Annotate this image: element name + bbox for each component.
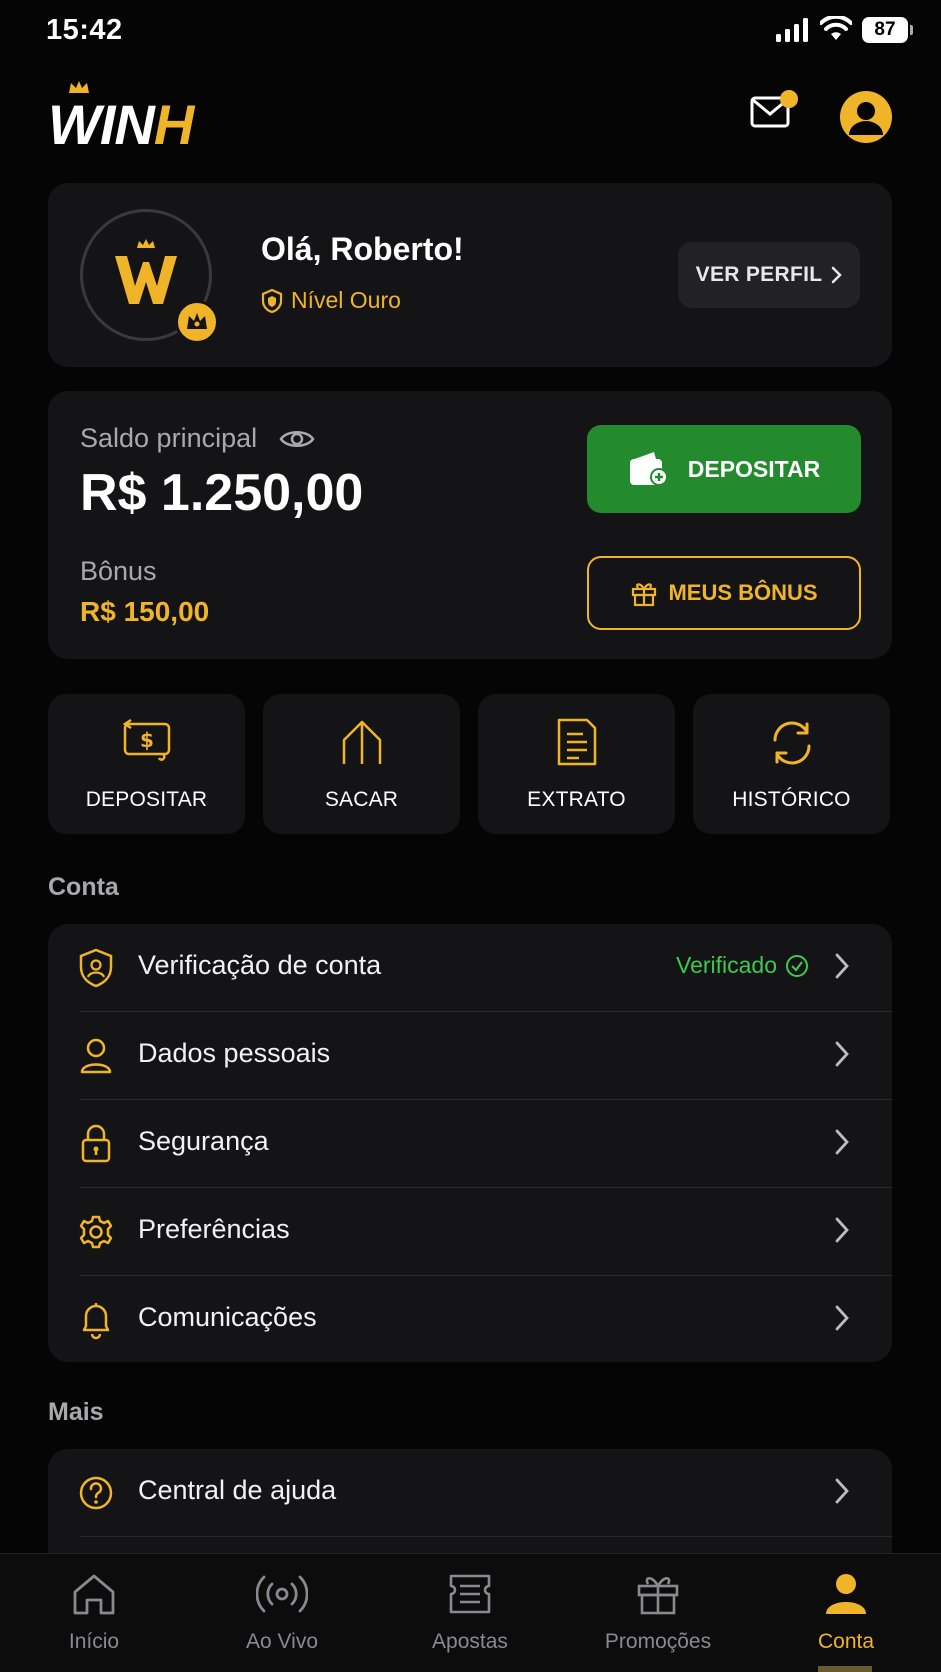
- gift-icon: [564, 1572, 752, 1616]
- battery-indicator: 87: [862, 17, 908, 43]
- live-broadcast-icon: [188, 1572, 376, 1616]
- menu-item-security[interactable]: Segurança: [48, 1100, 892, 1188]
- crown-badge-icon: [175, 300, 219, 344]
- profile-card: Olá, Roberto! Nível Ouro VER PERFIL: [48, 183, 892, 367]
- nav-bets[interactable]: Apostas: [376, 1554, 564, 1672]
- account-icon: [752, 1572, 940, 1616]
- greeting-text: Olá, Roberto!: [261, 231, 464, 267]
- cellular-signal-icon: [776, 18, 810, 42]
- deposit-money-icon: $: [48, 718, 245, 764]
- profile-avatar: [80, 209, 219, 344]
- bonus-value: R$ 150,00: [80, 596, 210, 627]
- nav-label: Conta: [817, 1630, 875, 1653]
- menu-item-account-verification[interactable]: Verificação de conta Verificado: [48, 924, 892, 1012]
- view-profile-button[interactable]: VER PERFIL: [678, 242, 860, 308]
- divider: [80, 1536, 892, 1537]
- home-icon: [0, 1572, 188, 1616]
- bonus-label: Bônus: [80, 556, 157, 586]
- view-profile-label: VER PERFIL: [695, 263, 823, 286]
- chevron-right-icon: [834, 1128, 850, 1156]
- svg-text:$: $: [140, 728, 154, 752]
- menu-item-label: Dados pessoais: [138, 1038, 331, 1068]
- shield-user-icon: [78, 948, 114, 988]
- menu-item-label: Segurança: [138, 1126, 269, 1156]
- lock-icon: [78, 1124, 114, 1164]
- menu-item-help-center[interactable]: Central de ajuda: [48, 1449, 892, 1537]
- withdraw-arrow-icon: [263, 718, 460, 766]
- quick-action-label: DEPOSITAR: [85, 788, 208, 811]
- bets-ticket-icon: [376, 1572, 564, 1616]
- menu-item-label: Preferências: [138, 1214, 290, 1244]
- logo-text: WINH: [48, 93, 194, 156]
- wallet-plus-icon: [628, 450, 670, 488]
- quick-action-label: SACAR: [324, 788, 399, 811]
- check-circle-icon: [785, 954, 809, 978]
- nav-label: Início: [68, 1630, 120, 1653]
- quick-action-withdraw[interactable]: SACAR: [263, 694, 460, 834]
- shield-icon: [261, 288, 283, 313]
- bell-icon: [78, 1300, 114, 1340]
- notification-dot: [780, 90, 798, 108]
- more-section-title: Mais: [48, 1398, 104, 1426]
- menu-item-label: Comunicações: [138, 1302, 317, 1332]
- menu-item-label: Verificação de conta: [138, 950, 382, 980]
- quick-action-label: HISTÓRICO: [732, 788, 851, 811]
- mail-icon[interactable]: [750, 90, 798, 128]
- menu-item-label: Central de ajuda: [138, 1475, 337, 1505]
- chevron-right-icon: [834, 1040, 850, 1068]
- home-indicator: [818, 1666, 872, 1672]
- chevron-right-icon: [830, 266, 843, 284]
- verified-status: Verificado: [676, 952, 809, 979]
- balance-card: Saldo principal R$ 1.250,00 Bônus R$ 150…: [48, 391, 892, 659]
- quick-action-label: EXTRATO: [527, 788, 626, 811]
- menu-item-personal-data[interactable]: Dados pessoais: [48, 1012, 892, 1100]
- level-badge: Nível Ouro: [261, 287, 401, 314]
- nav-home[interactable]: Início: [0, 1554, 188, 1672]
- account-menu-card: Verificação de conta Verificado Dados pe…: [48, 924, 892, 1362]
- quick-action-history[interactable]: HISTÓRICO: [693, 694, 890, 834]
- my-bonus-label: MEUS BÔNUS: [668, 580, 818, 605]
- chevron-right-icon: [834, 952, 850, 980]
- statement-document-icon: [478, 718, 675, 766]
- chevron-right-icon: [834, 1477, 850, 1505]
- my-bonus-button[interactable]: MEUS BÔNUS: [587, 556, 861, 630]
- chevron-right-icon: [834, 1216, 850, 1244]
- status-time: 15:42: [46, 14, 123, 46]
- main-balance-label: Saldo principal: [80, 423, 315, 454]
- battery-nub: [910, 25, 913, 35]
- history-refresh-icon: [693, 718, 890, 768]
- account-section-title: Conta: [48, 873, 119, 901]
- status-bar: 15:42 87: [0, 0, 941, 60]
- nav-account[interactable]: Conta: [752, 1554, 940, 1672]
- nav-promotions[interactable]: Promoções: [564, 1554, 752, 1672]
- deposit-button[interactable]: DEPOSITAR: [587, 425, 861, 513]
- help-circle-icon: [78, 1473, 114, 1513]
- menu-item-preferences[interactable]: Preferências: [48, 1188, 892, 1276]
- bottom-navigation: Início Ao Vivo Apostas Promoções Conta: [0, 1553, 941, 1672]
- chevron-right-icon: [834, 1304, 850, 1332]
- nav-label: Promoções: [604, 1630, 712, 1653]
- person-icon: [78, 1036, 114, 1076]
- gear-icon: [78, 1212, 114, 1252]
- level-text: Nível Ouro: [291, 287, 401, 313]
- gift-icon: [630, 579, 658, 607]
- nav-label: Ao Vivo: [246, 1630, 318, 1653]
- eye-icon[interactable]: [279, 427, 315, 451]
- main-balance-value: R$ 1.250,00: [80, 464, 364, 522]
- user-avatar-icon[interactable]: [840, 91, 892, 143]
- winh-logo[interactable]: WINH: [48, 80, 223, 156]
- quick-action-statement[interactable]: EXTRATO: [478, 694, 675, 834]
- quick-action-deposit[interactable]: $ DEPOSITAR: [48, 694, 245, 834]
- menu-item-communications[interactable]: Comunicações: [48, 1276, 892, 1364]
- nav-live[interactable]: Ao Vivo: [188, 1554, 376, 1672]
- wifi-icon: [820, 16, 852, 42]
- nav-label: Apostas: [432, 1630, 508, 1653]
- deposit-button-label: DEPOSITAR: [687, 455, 821, 482]
